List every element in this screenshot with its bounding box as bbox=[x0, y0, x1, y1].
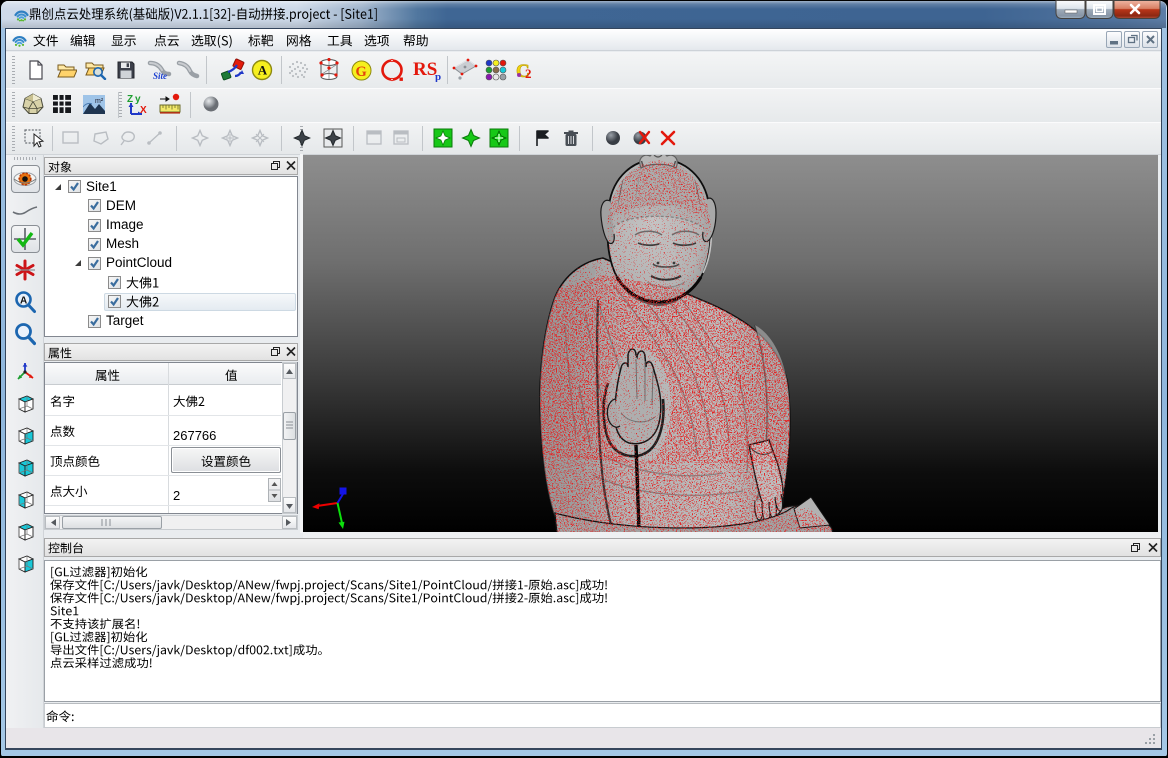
svg-text:2: 2 bbox=[525, 66, 532, 81]
svg-text:X: X bbox=[140, 105, 147, 115]
svg-text:G: G bbox=[356, 64, 367, 80]
svg-text:A: A bbox=[20, 296, 27, 307]
svg-text:A: A bbox=[258, 63, 268, 78]
svg-text:m²: m² bbox=[95, 98, 104, 105]
svg-text:y: y bbox=[135, 94, 141, 105]
svg-text:RS: RS bbox=[413, 59, 437, 80]
svg-text:p: p bbox=[435, 71, 441, 82]
svg-text:Site: Site bbox=[153, 71, 167, 81]
